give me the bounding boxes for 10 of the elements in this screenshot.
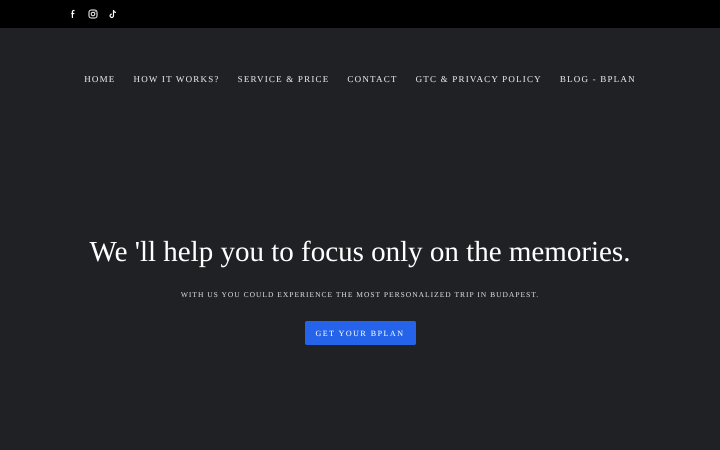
tiktok-icon[interactable]	[108, 9, 118, 19]
cta-button[interactable]: GET YOUR BPLAN	[304, 321, 416, 345]
nav-link[interactable]: SERVICE & PRICE	[238, 72, 330, 86]
nav-link[interactable]: CONTACT	[347, 72, 398, 86]
nav-link[interactable]: BLOG - BPLAN	[560, 72, 636, 86]
nav-link[interactable]: HOW IT WORKS?	[134, 72, 220, 86]
nav-link[interactable]: HOME	[84, 72, 116, 86]
hero-heading: We 'll help you to focus only on the memories.	[90, 235, 630, 270]
nav-link[interactable]: GTC & PRIVACY POLICY	[416, 72, 542, 86]
instagram-icon[interactable]	[88, 9, 98, 19]
